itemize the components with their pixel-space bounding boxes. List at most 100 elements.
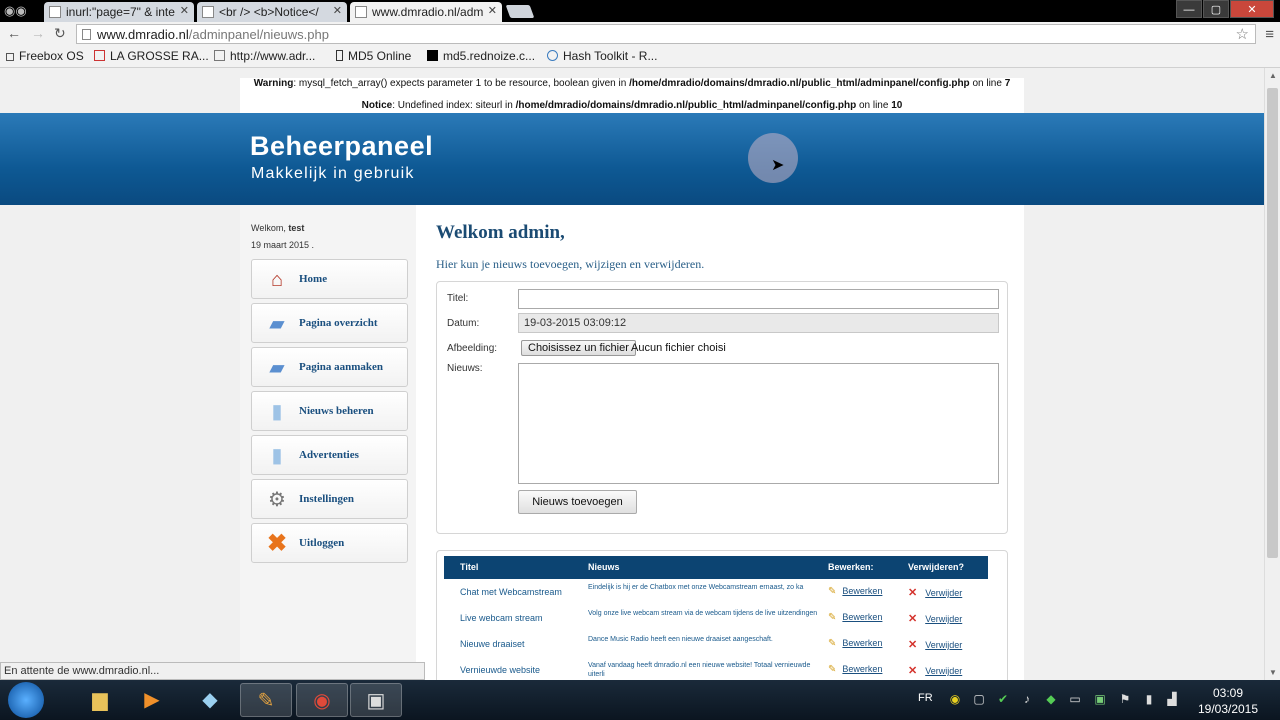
network-icon[interactable]: ◆ bbox=[1044, 692, 1058, 706]
tray-check-icon[interactable]: ✔ bbox=[996, 692, 1010, 706]
edit-link[interactable]: Bewerken bbox=[842, 612, 882, 622]
bookmark-label: Freebox OS bbox=[19, 49, 84, 63]
delete-link[interactable]: Verwijder bbox=[925, 640, 962, 650]
forward-arrow-icon[interactable]: → bbox=[31, 25, 45, 41]
tray-window-icon[interactable]: ▢ bbox=[972, 692, 986, 706]
news-textarea[interactable] bbox=[518, 363, 999, 484]
maximize-button[interactable]: ▢ bbox=[1203, 0, 1229, 18]
flag-icon[interactable]: ⚑ bbox=[1118, 692, 1132, 706]
nav-uitloggen[interactable]: ✖ Uitloggen bbox=[251, 523, 408, 563]
bookmark-item[interactable]: http://www.adr... bbox=[214, 49, 315, 63]
delete-x-icon: ✕ bbox=[908, 665, 918, 677]
news-label: Nieuws: bbox=[447, 363, 483, 374]
nav-advertenties[interactable]: ▮ Advertenties bbox=[251, 435, 408, 475]
add-news-button[interactable]: Nieuws toevoegen bbox=[518, 490, 637, 514]
bookmark-item[interactable]: MD5 Online bbox=[336, 49, 411, 63]
nav-label: Home bbox=[299, 273, 328, 285]
close-window-button[interactable]: ✕ bbox=[1230, 0, 1274, 18]
bookmark-item[interactable]: LA GROSSE RA... bbox=[94, 49, 209, 63]
pencil-icon: ✎ bbox=[828, 664, 837, 675]
nav-pagina-aanmaken[interactable]: ▰ Pagina aanmaken bbox=[251, 347, 408, 387]
bookmark-label: MD5 Online bbox=[348, 49, 412, 63]
bookmark-label: md5.rednoize.c... bbox=[443, 49, 536, 63]
nav-label: Nieuws beheren bbox=[299, 405, 374, 417]
x-logout-icon: ✖ bbox=[266, 530, 288, 557]
table-row: Chat met Webcamstream Eindelijk is hij e… bbox=[444, 580, 988, 605]
volume-icon[interactable]: ♪ bbox=[1020, 692, 1034, 706]
tab-label: www.dmradio.nl/adm bbox=[372, 5, 484, 19]
table-row: Vernieuwde website Vanaf vandaag heeft d… bbox=[444, 658, 988, 680]
edit-link[interactable]: Bewerken bbox=[842, 664, 882, 674]
row-title: Vernieuwde website bbox=[460, 665, 541, 675]
minimize-button[interactable]: — bbox=[1176, 0, 1202, 18]
tab-dmradio[interactable]: www.dmradio.nl/adm ✕ bbox=[350, 2, 502, 22]
explorer-folder-icon[interactable]: ▆ bbox=[74, 683, 126, 717]
bookmark-item[interactable]: Hash Toolkit - R... bbox=[547, 49, 657, 63]
row-news: Vanaf vandaag heeft dmradio.nl een nieuw… bbox=[588, 662, 811, 678]
close-tab-icon[interactable]: ✕ bbox=[333, 4, 342, 17]
page-scrollbar[interactable]: ▲ ▼ bbox=[1264, 68, 1280, 680]
start-button[interactable] bbox=[8, 682, 44, 718]
close-tab-icon[interactable]: ✕ bbox=[488, 4, 497, 17]
table-row: Nieuwe draaiset Dance Music Radio heeft … bbox=[444, 632, 988, 657]
reload-icon[interactable]: ↻ bbox=[54, 25, 66, 42]
title-input[interactable] bbox=[518, 289, 999, 309]
language-indicator[interactable]: FR bbox=[918, 692, 933, 704]
incognito-profile-icon[interactable]: ◉◉ bbox=[4, 3, 34, 19]
news-table: Titel Nieuws Bewerken: Verwijderen? Chat… bbox=[436, 550, 1008, 680]
tab-strip: ◉◉ inurl:"page=7" & inte ✕ <br /> <b>Not… bbox=[0, 0, 1280, 22]
edit-cell: ✎ Bewerken bbox=[828, 638, 882, 649]
nvidia-icon[interactable]: ▣ bbox=[1093, 692, 1107, 706]
back-arrow-icon[interactable]: ← bbox=[7, 25, 21, 41]
bookmark-star-icon[interactable]: ☆ bbox=[1236, 25, 1249, 43]
scroll-down-arrow-icon[interactable]: ▼ bbox=[1269, 668, 1277, 677]
chrome-browser-icon[interactable]: ◉ bbox=[296, 683, 348, 717]
new-tab-button[interactable] bbox=[505, 5, 535, 18]
delete-link[interactable]: Verwijder bbox=[925, 666, 962, 676]
tray-app-icon[interactable]: ◉ bbox=[948, 692, 962, 706]
system-clock[interactable]: 03:09 19/03/2015 bbox=[1197, 685, 1259, 717]
nav-nieuws-beheren[interactable]: ▮ Nieuws beheren bbox=[251, 391, 408, 431]
notice-on-line: on line bbox=[856, 100, 892, 111]
username: test bbox=[288, 223, 305, 233]
page-icon bbox=[214, 50, 225, 61]
battery-icon[interactable]: ▮ bbox=[1142, 692, 1156, 706]
folder-add-icon: ▰ bbox=[269, 357, 285, 379]
site-title: Beheerpaneel bbox=[250, 131, 434, 161]
tab-google-search[interactable]: inurl:"page=7" & inte ✕ bbox=[44, 2, 194, 22]
nav-instellingen[interactable]: ⚙ Instellingen bbox=[251, 479, 408, 519]
bookmark-item[interactable]: Freebox OS bbox=[6, 49, 84, 63]
media-player-icon[interactable]: ▶ bbox=[126, 683, 178, 717]
scrollbar-thumb[interactable] bbox=[1267, 88, 1278, 558]
page-intro: Hier kun je nieuws toevoegen, wijzigen e… bbox=[436, 257, 705, 271]
delete-cell: ✕ Verwijder bbox=[908, 638, 962, 651]
folder-icon bbox=[6, 53, 14, 61]
nav-pagina-overzicht[interactable]: ▰ Pagina overzicht bbox=[251, 303, 408, 343]
table-header: Titel Nieuws Bewerken: Verwijderen? bbox=[444, 556, 988, 579]
close-tab-icon[interactable]: ✕ bbox=[180, 4, 189, 17]
delete-link[interactable]: Verwijder bbox=[925, 614, 962, 624]
notice-label: Notice bbox=[361, 100, 393, 111]
scroll-up-arrow-icon[interactable]: ▲ bbox=[1269, 71, 1277, 80]
tab-notice[interactable]: <br /> <b>Notice</ ✕ bbox=[197, 2, 347, 22]
pencil-icon: ✎ bbox=[828, 638, 837, 649]
choose-file-button[interactable]: Choisissez un fichier bbox=[521, 340, 636, 356]
bookmark-item[interactable]: md5.rednoize.c... bbox=[427, 49, 535, 63]
notice-text: : Undefined index: siteurl in bbox=[392, 100, 516, 111]
monitor-icon[interactable]: ▭ bbox=[1068, 692, 1082, 706]
warning-label: Warning bbox=[253, 78, 294, 89]
php-warning: Warning: mysql_fetch_array() expects par… bbox=[240, 78, 1024, 100]
menu-icon[interactable]: ≡ bbox=[1265, 26, 1274, 43]
window-app-icon[interactable]: ▣ bbox=[350, 683, 402, 717]
notice-line: 10 bbox=[891, 100, 903, 111]
date-label: Datum: bbox=[447, 318, 480, 329]
edit-link[interactable]: Bewerken bbox=[842, 638, 882, 648]
edit-link[interactable]: Bewerken bbox=[842, 586, 882, 596]
nav-home[interactable]: ⌂ Home bbox=[251, 259, 408, 299]
address-bar[interactable]: www.dmradio.nl/adminpanel/nieuws.php ☆ bbox=[76, 24, 1256, 44]
delete-link[interactable]: Verwijder bbox=[925, 588, 962, 598]
table-row: Live webcam stream Volg onze live webcam… bbox=[444, 606, 988, 631]
signal-icon[interactable]: ▟ bbox=[1165, 692, 1179, 706]
pen-tool-icon[interactable]: ✎ bbox=[240, 683, 292, 717]
paint-icon[interactable]: ◆ bbox=[184, 683, 236, 717]
